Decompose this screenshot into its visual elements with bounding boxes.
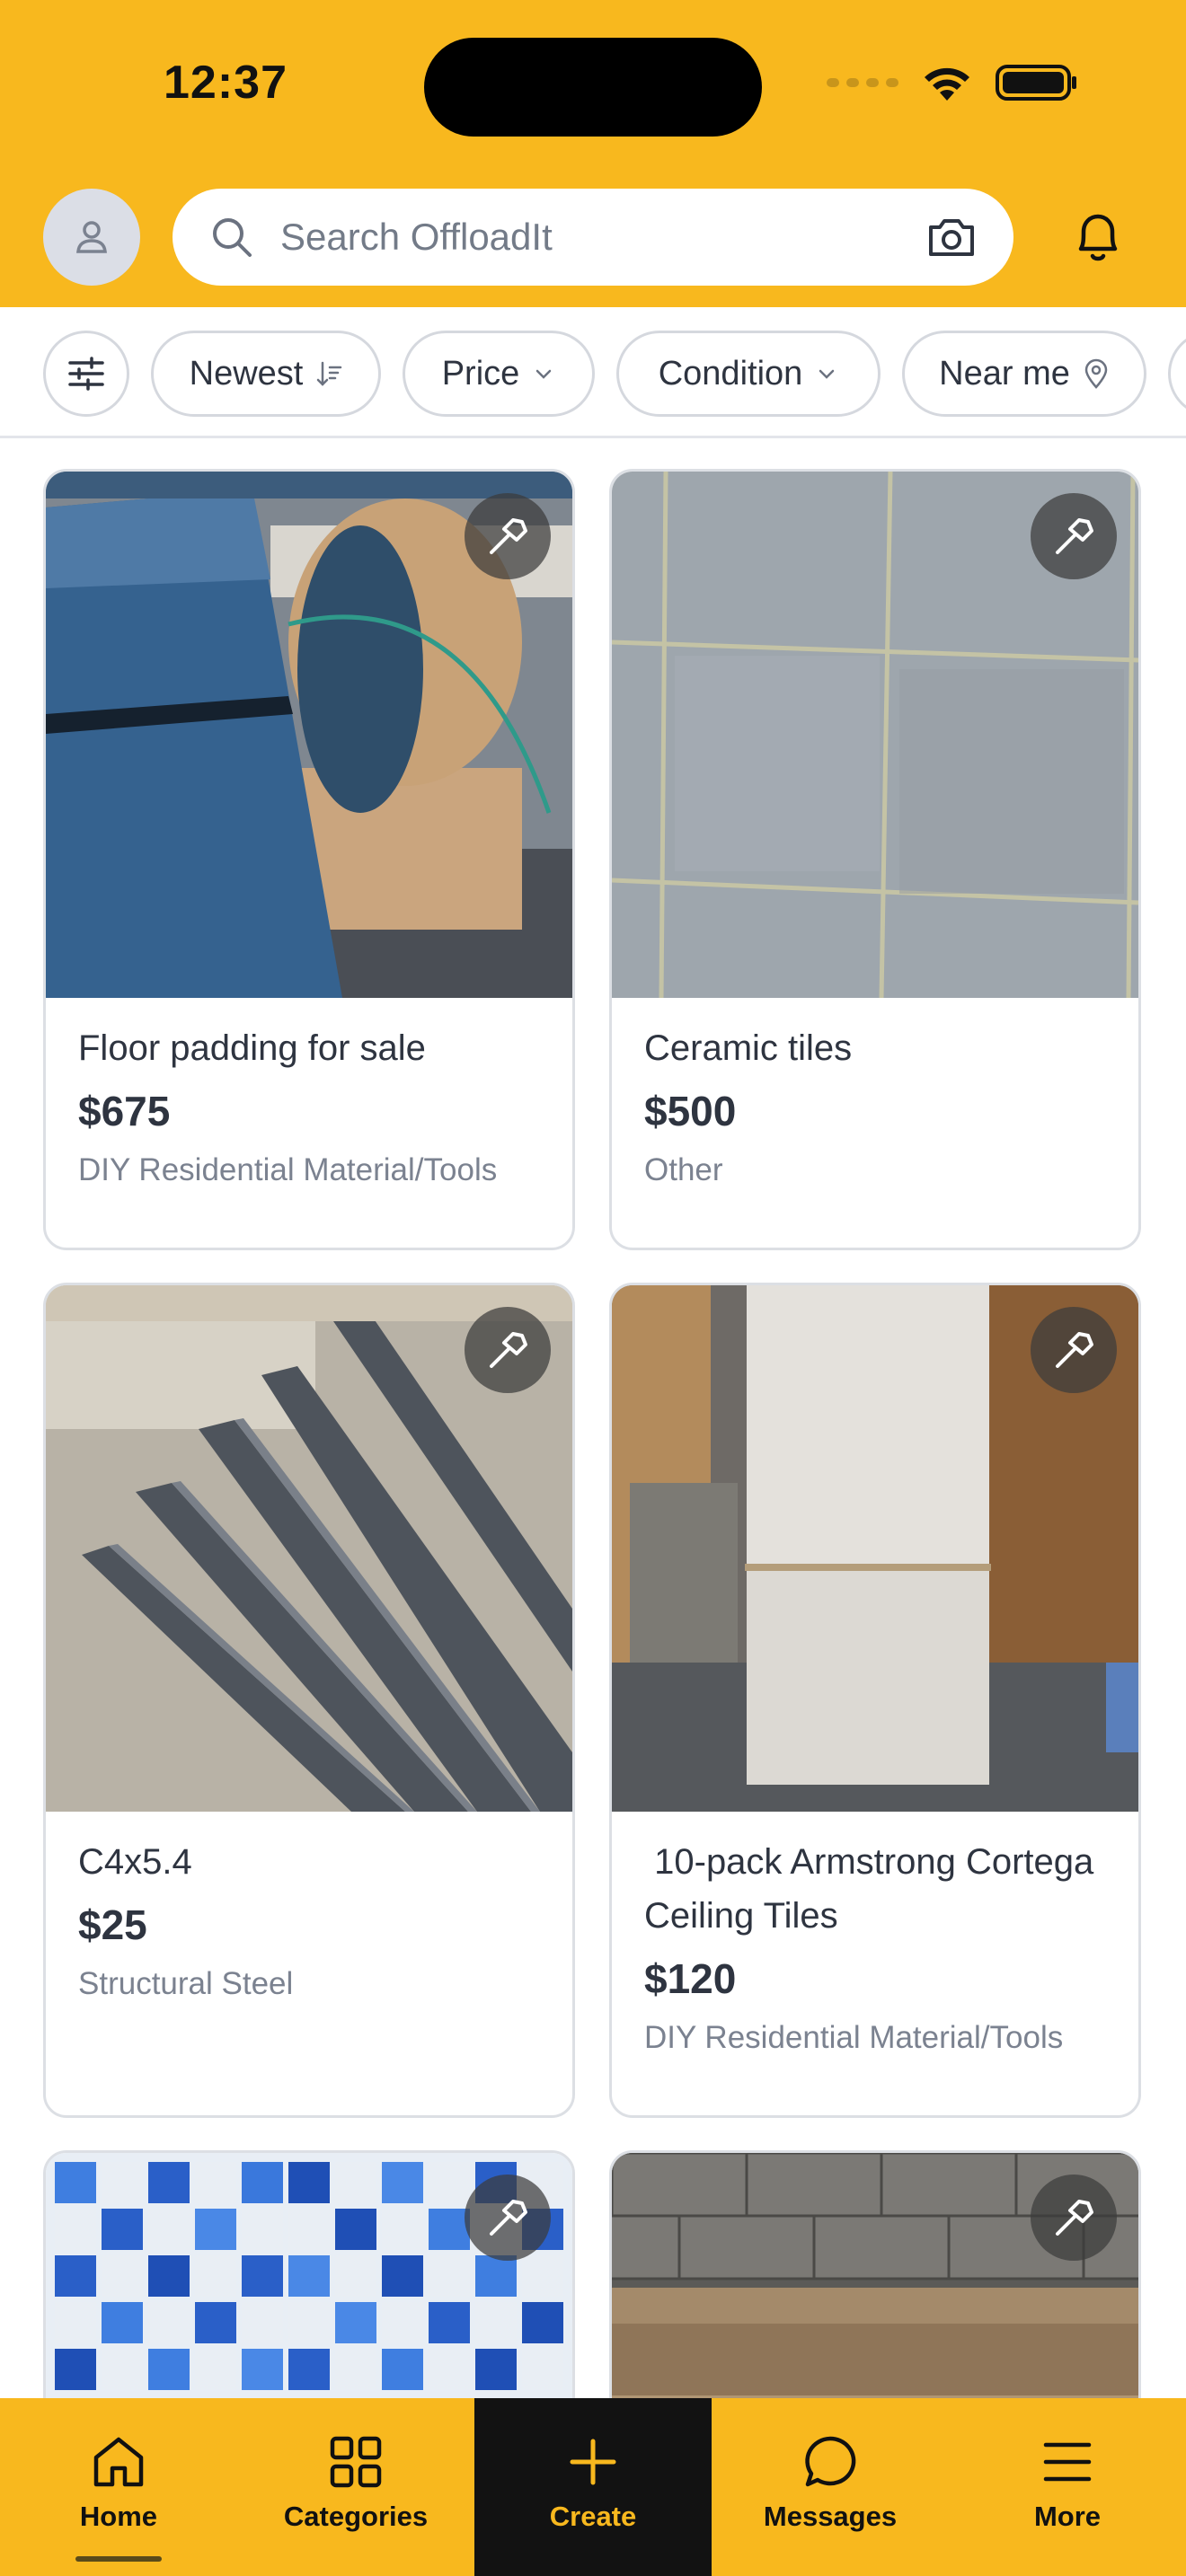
listing-category: Other: [644, 1152, 723, 1187]
chevron-down-icon: [536, 369, 552, 379]
listing-category: DIY Residential Material/Tools: [78, 1152, 498, 1187]
listing-category: DIY Residential Material/Tools: [644, 2020, 1064, 2055]
listing-card[interactable]: Ceramic tiles $500 Other: [609, 469, 1141, 1250]
active-tab-indicator: [75, 2556, 162, 2562]
menu-icon: [1043, 2442, 1092, 2482]
wifi-icon: [925, 67, 969, 101]
status-time: 12:37: [164, 57, 288, 109]
app-header: 12:37 Search OffloadIt: [0, 0, 1186, 307]
tab-label: Create: [549, 2501, 637, 2532]
filter-chip-more[interactable]: [1168, 331, 1186, 417]
tab-more[interactable]: More: [949, 2398, 1186, 2576]
listing-info: 10-pack Armstrong Cortega Ceiling Tiles …: [644, 1835, 1111, 2060]
listing-title: C4x5.4: [78, 1842, 192, 1882]
camera-icon[interactable]: [925, 215, 978, 260]
listing-info: C4x5.4 $25 Structural Steel: [78, 1835, 545, 2006]
search-bar[interactable]: Search OffloadIt: [173, 189, 1013, 286]
hammer-badge-button[interactable]: [1031, 1307, 1117, 1393]
tab-label: More: [1033, 2501, 1102, 2532]
dynamic-island: [424, 38, 762, 137]
filter-chip-condition[interactable]: Condition: [616, 331, 881, 417]
filter-chip-label: Near me: [939, 354, 1070, 393]
hammer-icon: [1056, 518, 1093, 554]
hammer-badge-button[interactable]: [1031, 2175, 1117, 2261]
listing-title: Ceramic tiles: [644, 1028, 853, 1068]
tab-label: Messages: [763, 2501, 898, 2532]
listing-price: $500: [644, 1088, 737, 1134]
location-pin-icon: [1084, 358, 1108, 389]
filter-chip-price[interactable]: Price: [403, 331, 595, 417]
listing-title: 10-pack Armstrong Cortega Ceiling Tiles: [644, 1842, 1104, 1936]
tab-label: Categories: [283, 2501, 429, 2532]
battery-icon: [996, 65, 1076, 101]
listing-title: Floor padding for sale: [78, 1028, 426, 1068]
listing-category: Structural Steel: [78, 1966, 294, 2001]
filter-chip-newest[interactable]: Newest: [151, 331, 381, 417]
listing-card[interactable]: C4x5.4 $25 Structural Steel: [43, 1283, 575, 2118]
search-icon: [213, 218, 252, 257]
screen: 12:37 Search OffloadIt Newest Price Cond…: [0, 0, 1186, 2576]
hammer-icon: [1056, 1332, 1093, 1368]
tab-home[interactable]: Home: [0, 2398, 237, 2576]
filter-chip-near-me[interactable]: Near me: [902, 331, 1146, 417]
hammer-icon: [490, 518, 527, 554]
profile-avatar-button[interactable]: [43, 189, 140, 286]
sort-icon: [317, 361, 342, 386]
listing-card[interactable]: Floor padding for sale $675 DIY Resident…: [43, 469, 575, 1250]
chat-bubble-icon: [805, 2436, 856, 2487]
status-icons: [827, 63, 1078, 102]
filter-chip-label: Price: [441, 354, 520, 393]
hammer-badge-button[interactable]: [1031, 493, 1117, 579]
tab-create[interactable]: Create: [474, 2398, 712, 2576]
filter-chip-label: Newest: [189, 354, 304, 393]
tab-categories[interactable]: Categories: [237, 2398, 474, 2576]
hammer-icon: [490, 2200, 527, 2236]
hammer-badge-button[interactable]: [465, 2175, 551, 2261]
bottom-tab-bar: Home Categories Create Messages More: [0, 2398, 1186, 2576]
hammer-badge-button[interactable]: [465, 1307, 551, 1393]
filter-settings-button[interactable]: [43, 331, 129, 417]
bell-icon: [1078, 214, 1118, 261]
user-icon: [76, 221, 107, 253]
listing-info: Ceramic tiles $500 Other: [644, 1021, 1111, 1192]
chevron-down-icon: [819, 369, 835, 379]
filter-chip-label: Condition: [658, 354, 803, 393]
plus-icon: [570, 2439, 616, 2485]
cellular-signal-icon: [827, 78, 898, 87]
listing-price: $120: [644, 1955, 737, 2002]
sliders-icon: [68, 357, 104, 391]
filter-bar: Newest Price Condition Near me: [0, 307, 1186, 438]
notifications-button[interactable]: [1064, 203, 1132, 271]
home-icon: [93, 2437, 144, 2487]
listing-price: $25: [78, 1901, 147, 1948]
tab-label: Home: [79, 2501, 158, 2532]
listing-price: $675: [78, 1088, 171, 1134]
tab-messages[interactable]: Messages: [712, 2398, 949, 2576]
listing-info: Floor padding for sale $675 DIY Resident…: [78, 1021, 545, 1192]
grid-icon: [330, 2436, 382, 2488]
listing-card[interactable]: 10-pack Armstrong Cortega Ceiling Tiles …: [609, 1283, 1141, 2118]
hammer-icon: [490, 1332, 527, 1368]
hammer-badge-button[interactable]: [465, 493, 551, 579]
search-input[interactable]: Search OffloadIt: [280, 216, 925, 259]
hammer-icon: [1056, 2200, 1093, 2236]
